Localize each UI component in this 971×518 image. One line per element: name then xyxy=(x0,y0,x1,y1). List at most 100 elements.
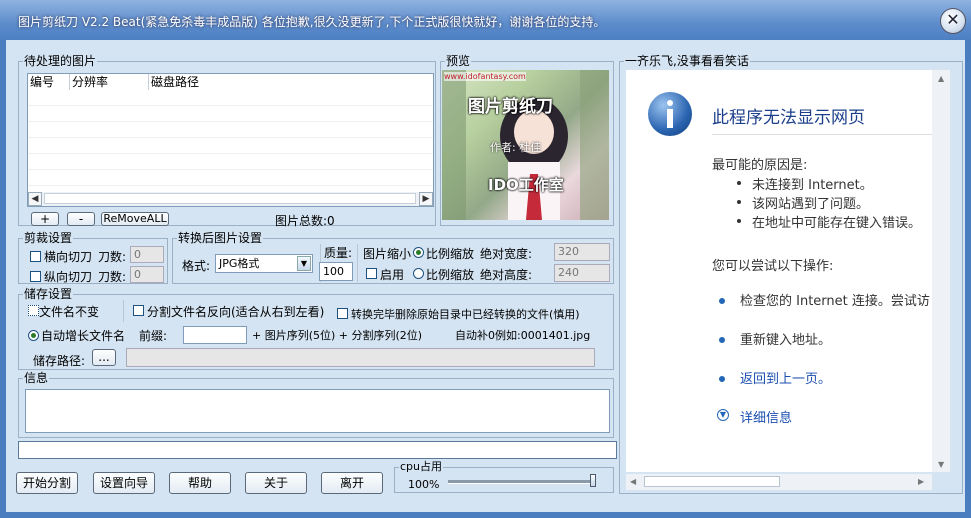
close-button[interactable]: ✕ xyxy=(940,8,966,34)
client-area: 待处理的图片 编号 分辨率 磁盘路径 ◀ ▶ + - ReMoveALL 图片总… xyxy=(6,40,965,512)
scroll-up-icon[interactable]: ▲ xyxy=(938,74,944,83)
proportional-label-width: 比例缩放 xyxy=(426,247,475,261)
horizontal-cut-label: 横向切刀 xyxy=(44,250,93,264)
chevron-down-icon[interactable]: ▼ xyxy=(717,409,729,421)
cause-bullet xyxy=(737,219,741,223)
reverse-filename-label: 分割文件名反向(适合从右到左看) xyxy=(147,305,325,319)
about-button[interactable]: 关于 xyxy=(245,472,307,494)
column-header-resolution[interactable]: 分辨率 xyxy=(70,74,149,90)
scroll-left-icon[interactable]: ◀ xyxy=(630,477,636,486)
title-bar[interactable]: 图片剪纸刀 V2.2 Beat(紧急免杀毒丰成品版) 各位抱歉,很久没更新了,下… xyxy=(0,0,971,40)
pending-images-list[interactable]: 编号 分辨率 磁盘路径 ◀ ▶ xyxy=(27,73,434,207)
auto-increment-radio[interactable] xyxy=(28,330,39,341)
delete-original-checkbox[interactable] xyxy=(337,308,348,319)
info-group-title: 信息 xyxy=(23,371,50,385)
cpu-slider-thumb[interactable] xyxy=(590,474,596,487)
scroll-down-icon[interactable]: ▼ xyxy=(938,460,944,469)
h-knife-count-label: 刀数: xyxy=(98,250,127,264)
browse-button[interactable]: ... xyxy=(92,349,116,366)
horizontal-cut-checkbox[interactable] xyxy=(30,251,41,262)
app-window: 图片剪纸刀 V2.2 Beat(紧急免杀毒丰成品版) 各位抱歉,很久没更新了,下… xyxy=(0,0,971,518)
chevron-down-icon[interactable]: ▼ xyxy=(297,256,311,271)
start-split-button[interactable]: 开始分割 xyxy=(16,472,78,494)
scroll-left-button[interactable]: ◀ xyxy=(28,192,42,206)
v-knife-count-input[interactable]: 0 xyxy=(130,266,164,283)
info-textbox[interactable] xyxy=(25,389,610,433)
storage-path-label: 储存路径: xyxy=(33,354,86,368)
abs-width-input[interactable]: 320 xyxy=(554,243,610,261)
storage-group-title: 储存设置 xyxy=(23,287,74,301)
enable-shrink-checkbox[interactable] xyxy=(366,268,377,279)
error-title: 此程序无法显示网页 xyxy=(712,108,865,128)
cause-item: 该网站遇到了问题。 xyxy=(752,197,870,212)
info-icon xyxy=(648,92,692,136)
browser-vertical-scrollbar[interactable]: ▲ ▼ xyxy=(932,70,950,472)
exit-button[interactable]: 离开 xyxy=(321,472,383,494)
scroll-right-icon[interactable]: ▶ xyxy=(918,477,924,486)
details-link[interactable]: 详细信息 xyxy=(740,407,792,426)
list-body xyxy=(28,90,433,190)
prefix-input[interactable] xyxy=(183,326,247,344)
remove-all-button[interactable]: ReMoveALL xyxy=(101,212,169,226)
quality-label: 质量: xyxy=(324,246,353,260)
action-check-connection: 检查您的 Internet 连接。尝试访 xyxy=(740,294,930,309)
preview-art-author: 作者: 杜佳 xyxy=(490,141,542,154)
help-button[interactable]: 帮助 xyxy=(169,472,231,494)
add-image-button[interactable]: + xyxy=(31,212,59,226)
cause-bullet xyxy=(737,200,741,204)
shrink-label: 图片缩小 xyxy=(363,247,412,261)
v-knife-count-label: 刀数: xyxy=(98,270,127,284)
prefix-label: 前缀: xyxy=(139,329,168,343)
scroll-thumb[interactable] xyxy=(44,193,416,204)
divider xyxy=(712,134,936,135)
progress-bar xyxy=(18,441,617,459)
enable-shrink-label: 启用 xyxy=(380,268,405,282)
filename-unchanged-label: 文件名不变 xyxy=(39,305,100,319)
pending-group-title: 待处理的图片 xyxy=(23,54,98,68)
info-icon-stem xyxy=(667,109,673,128)
setup-wizard-button[interactable]: 设置向导 xyxy=(93,472,155,494)
proportional-radio-height[interactable] xyxy=(413,268,424,279)
total-images-label: 图片总数:0 xyxy=(275,214,335,228)
window-title: 图片剪纸刀 V2.2 Beat(紧急免杀毒丰成品版) 各位抱歉,很久没更新了,下… xyxy=(18,15,606,29)
format-select[interactable]: JPG格式 ▼ xyxy=(215,254,313,273)
jokes-panel-title: 一齐乐飞,没事看看笑话 xyxy=(624,54,750,68)
cpu-slider-track[interactable] xyxy=(448,474,596,487)
preview-group-title: 预览 xyxy=(445,54,472,68)
filename-unchanged-checkbox[interactable] xyxy=(28,305,39,316)
storage-path-input[interactable] xyxy=(126,348,595,367)
cut-group-title: 剪裁设置 xyxy=(23,231,74,245)
scroll-right-button[interactable]: ▶ xyxy=(419,192,433,206)
column-header-id[interactable]: 编号 xyxy=(28,74,70,90)
remove-image-button[interactable]: - xyxy=(67,212,95,226)
vertical-cut-label: 纵向切刀 xyxy=(44,270,93,284)
try-heading: 您可以尝试以下操作: xyxy=(712,259,834,274)
action-bullet xyxy=(719,376,725,382)
cause-item: 在地址中可能存在键入错误。 xyxy=(752,216,922,231)
reverse-filename-checkbox[interactable] xyxy=(133,305,144,316)
divider xyxy=(123,300,124,322)
delete-original-label: 转换完毕删除原始目录中已经转换的文件(慎用) xyxy=(351,308,580,321)
auto-increment-label: 自动增长文件名 xyxy=(41,329,126,343)
browser-horizontal-scrollbar[interactable]: ◀ ▶ xyxy=(626,474,932,490)
preview-image: www.idofantasy.com 图片剪纸刀 作者: 杜佳 IDO工作室 xyxy=(442,70,609,220)
cpu-group-title: cpu占用 xyxy=(399,460,444,474)
proportional-radio-width[interactable] xyxy=(413,247,424,258)
column-header-path[interactable]: 磁盘路径 xyxy=(149,74,433,90)
browser-scroll-thumb[interactable] xyxy=(644,476,780,487)
abs-height-input[interactable]: 240 xyxy=(554,264,610,282)
filename-formula: + 图片序列(5位) + 分割序列(2位) xyxy=(252,329,423,342)
format-group-title: 转换后图片设置 xyxy=(177,231,264,245)
cause-heading: 最可能的原因是: xyxy=(712,158,808,173)
vertical-cut-checkbox[interactable] xyxy=(30,271,41,282)
divider xyxy=(357,244,358,282)
cause-item: 未连接到 Internet。 xyxy=(752,178,873,193)
h-knife-count-input[interactable]: 0 xyxy=(130,246,164,263)
filename-example: 自动补0例如:0001401.jpg xyxy=(455,329,591,342)
quality-input[interactable]: 100 xyxy=(319,262,353,281)
embedded-browser[interactable]: 此程序无法显示网页 最可能的原因是: 未连接到 Internet。 该网站遇到了… xyxy=(626,70,950,472)
cause-bullet xyxy=(737,181,741,185)
go-back-link[interactable]: 返回到上一页。 xyxy=(740,368,831,387)
horizontal-scrollbar[interactable]: ◀ ▶ xyxy=(28,192,433,206)
preview-url: www.idofantasy.com xyxy=(444,72,526,81)
